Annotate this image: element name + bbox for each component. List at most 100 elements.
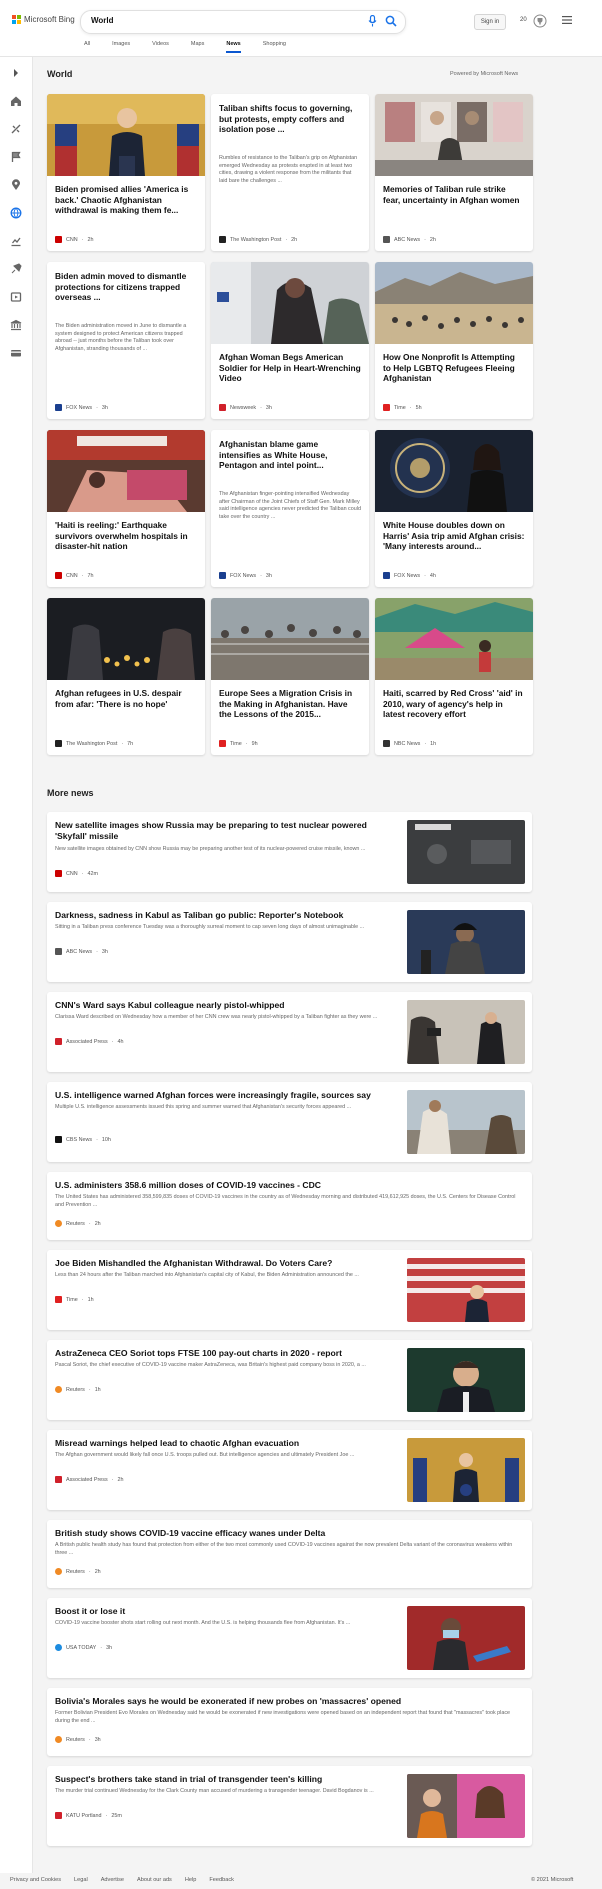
card-source[interactable]: ABC News · 2h (383, 236, 436, 243)
item-source[interactable]: Associated Press · 2h (55, 1476, 123, 1483)
footer-link-advertise[interactable]: Advertise (101, 1877, 124, 1883)
list-item[interactable]: British study shows COVID-19 vaccine eff… (47, 1520, 532, 1588)
card-source[interactable]: Time · 5h (383, 404, 422, 411)
microphone-icon[interactable] (368, 15, 377, 27)
card-title[interactable]: Taliban shifts focus to governing, but p… (219, 103, 361, 135)
card-source[interactable]: Newsweek · 3h (219, 404, 272, 411)
card-source[interactable]: The Washington Post · 7h (55, 740, 133, 747)
list-item[interactable]: U.S. intelligence warned Afghan forces w… (47, 1082, 532, 1162)
money-icon[interactable] (10, 347, 22, 359)
tab-videos[interactable]: Videos (152, 41, 169, 55)
news-card[interactable]: 'Haiti is reeling:' Earthquake survivors… (47, 430, 205, 587)
expand-icon[interactable] (10, 67, 22, 79)
news-card[interactable]: Europe Sees a Migration Crisis in the Ma… (211, 598, 369, 755)
card-source[interactable]: CNN · 2h (55, 236, 93, 243)
item-title[interactable]: U.S. administers 358.6 million doses of … (55, 1180, 520, 1191)
item-source[interactable]: Reuters · 2h (55, 1568, 101, 1575)
card-title[interactable]: 'Haiti is reeling:' Earthquake survivors… (55, 520, 197, 552)
tab-shopping[interactable]: Shopping (263, 41, 286, 55)
location-icon[interactable] (10, 179, 22, 191)
tab-images[interactable]: Images (112, 41, 130, 55)
footer-link-help[interactable]: Help (185, 1877, 197, 1883)
list-item[interactable]: Suspect's brothers take stand in trial o… (47, 1766, 532, 1846)
list-item[interactable]: Boost it or lose it COVID-19 vaccine boo… (47, 1598, 532, 1678)
science-icon[interactable] (10, 263, 22, 275)
footer-link-privacy[interactable]: Privacy and Cookies (10, 1877, 61, 1883)
news-card[interactable]: How One Nonprofit Is Attempting to Help … (375, 262, 533, 419)
footer-link-about-ads[interactable]: About our ads (137, 1877, 172, 1883)
card-title[interactable]: White House doubles down on Harris' Asia… (383, 520, 525, 552)
home-icon[interactable] (10, 95, 22, 107)
item-title[interactable]: U.S. intelligence warned Afghan forces w… (55, 1090, 390, 1101)
item-title[interactable]: Joe Biden Mishandled the Afghanistan Wit… (55, 1258, 390, 1269)
item-title[interactable]: Boost it or lose it (55, 1606, 390, 1617)
list-item[interactable]: Darkness, sadness in Kabul as Taliban go… (47, 902, 532, 982)
card-title[interactable]: Afghan Woman Begs American Soldier for H… (219, 352, 361, 384)
list-item[interactable]: AstraZeneca CEO Soriot tops FTSE 100 pay… (47, 1340, 532, 1420)
card-source[interactable]: Time · 9h (219, 740, 258, 747)
news-card[interactable]: Biden promised allies 'America is back.'… (47, 94, 205, 251)
news-card[interactable]: Afghan refugees in U.S. despair from afa… (47, 598, 205, 755)
search-input[interactable]: World (91, 16, 114, 25)
tab-maps[interactable]: Maps (191, 41, 204, 55)
rewards-trophy-icon[interactable] (533, 14, 547, 28)
footer-link-feedback[interactable]: Feedback (209, 1877, 234, 1883)
business-icon[interactable] (10, 235, 22, 247)
card-title[interactable]: Memories of Taliban rule strike fear, un… (383, 184, 525, 205)
bing-logo[interactable]: Microsoft Bing (12, 15, 75, 24)
card-source[interactable]: CNN · 7h (55, 572, 93, 579)
card-source[interactable]: FOX News · 3h (55, 404, 108, 411)
card-source[interactable]: NBC News · 1h (383, 740, 436, 747)
news-card[interactable]: Taliban shifts focus to governing, but p… (211, 94, 369, 251)
item-title[interactable]: Darkness, sadness in Kabul as Taliban go… (55, 910, 390, 921)
item-source[interactable]: KATU Portland · 25m (55, 1812, 122, 1819)
item-title[interactable]: Suspect's brothers take stand in trial o… (55, 1774, 390, 1785)
flag-icon[interactable] (10, 151, 22, 163)
card-title[interactable]: Afghan refugees in U.S. despair from afa… (55, 688, 197, 709)
item-source[interactable]: USA TODAY · 3h (55, 1644, 112, 1651)
rewards-count[interactable]: 20 (520, 17, 527, 23)
item-source[interactable]: Reuters · 3h (55, 1736, 101, 1743)
card-title[interactable]: Haiti, scarred by Red Cross' 'aid' in 20… (383, 688, 525, 720)
news-card[interactable]: Haiti, scarred by Red Cross' 'aid' in 20… (375, 598, 533, 755)
card-source[interactable]: The Washington Post · 2h (219, 236, 297, 243)
item-title[interactable]: CNN's Ward says Kabul colleague nearly p… (55, 1000, 390, 1011)
card-source[interactable]: FOX News · 4h (383, 572, 436, 579)
item-source[interactable]: CBS News · 10h (55, 1136, 111, 1143)
powered-by-label[interactable]: Powered by Microsoft News (450, 71, 518, 77)
item-source[interactable]: CNN · 42m (55, 870, 98, 877)
sports-icon[interactable] (10, 123, 22, 135)
list-item[interactable]: Misread warnings helped lead to chaotic … (47, 1430, 532, 1510)
list-item[interactable]: U.S. administers 358.6 million doses of … (47, 1172, 532, 1240)
list-item[interactable]: Joe Biden Mishandled the Afghanistan Wit… (47, 1250, 532, 1330)
entertainment-icon[interactable] (10, 291, 22, 303)
tab-all[interactable]: All (84, 41, 90, 55)
list-item[interactable]: CNN's Ward says Kabul colleague nearly p… (47, 992, 532, 1072)
news-card[interactable]: Memories of Taliban rule strike fear, un… (375, 94, 533, 251)
news-card[interactable]: Afghan Woman Begs American Soldier for H… (211, 262, 369, 419)
card-title[interactable]: Biden promised allies 'America is back.'… (55, 184, 197, 216)
politics-icon[interactable] (10, 319, 22, 331)
card-title[interactable]: Biden admin moved to dismantle protectio… (55, 271, 197, 303)
menu-icon[interactable] (562, 16, 572, 24)
item-title[interactable]: AstraZeneca CEO Soriot tops FTSE 100 pay… (55, 1348, 390, 1359)
card-title[interactable]: How One Nonprofit Is Attempting to Help … (383, 352, 525, 384)
item-title[interactable]: British study shows COVID-19 vaccine eff… (55, 1528, 520, 1539)
news-card[interactable]: Afghanistan blame game intensifies as Wh… (211, 430, 369, 587)
search-box[interactable]: World (80, 10, 406, 34)
card-source[interactable]: FOX News · 3h (219, 572, 272, 579)
list-item[interactable]: Bolivia's Morales says he would be exone… (47, 1688, 532, 1756)
item-source[interactable]: ABC News · 3h (55, 948, 108, 955)
item-source[interactable]: Time · 1h (55, 1296, 94, 1303)
item-source[interactable]: Reuters · 2h (55, 1220, 101, 1227)
item-title[interactable]: Misread warnings helped lead to chaotic … (55, 1438, 390, 1449)
item-title[interactable]: New satellite images show Russia may be … (55, 820, 390, 842)
item-title[interactable]: Bolivia's Morales says he would be exone… (55, 1696, 520, 1707)
world-icon[interactable] (10, 207, 22, 219)
sign-in-button[interactable]: Sign in (474, 14, 506, 30)
list-item[interactable]: New satellite images show Russia may be … (47, 812, 532, 892)
item-source[interactable]: Associated Press · 4h (55, 1038, 123, 1045)
item-source[interactable]: Reuters · 1h (55, 1386, 101, 1393)
news-card[interactable]: Biden admin moved to dismantle protectio… (47, 262, 205, 419)
tab-news[interactable]: News (226, 41, 242, 55)
